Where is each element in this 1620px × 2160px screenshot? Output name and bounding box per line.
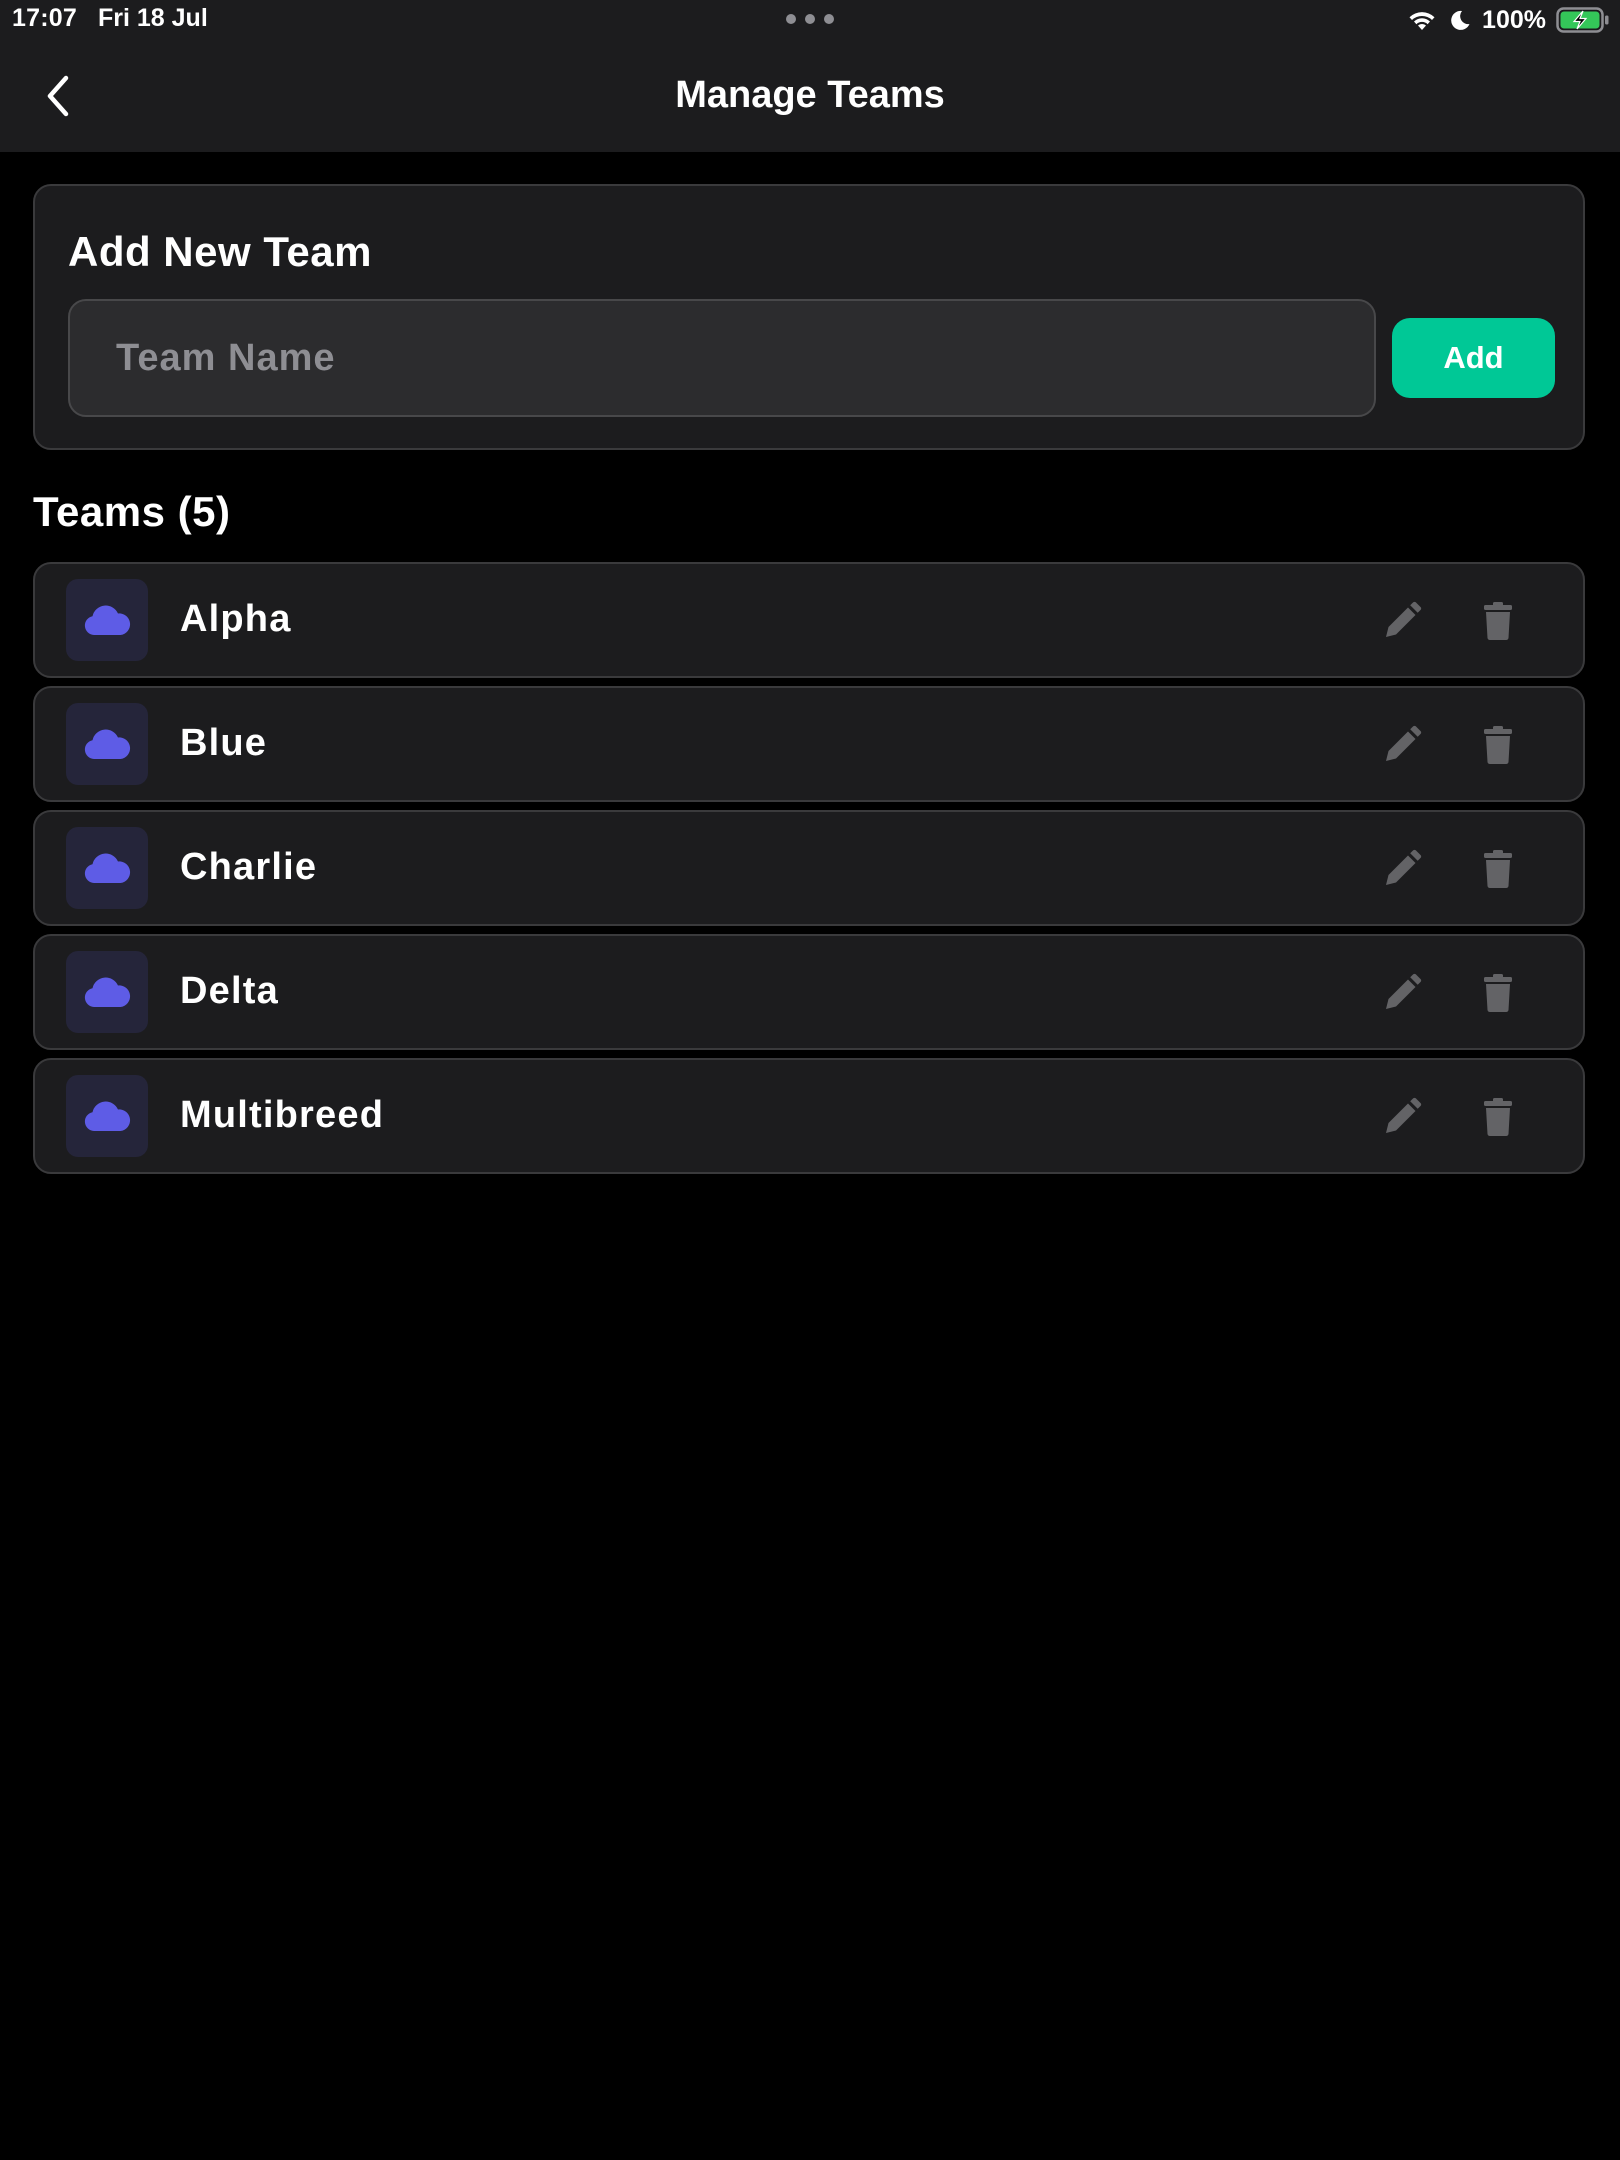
trash-icon (1484, 1098, 1512, 1137)
team-row[interactable]: Delta (33, 934, 1585, 1050)
trash-icon (1484, 850, 1512, 889)
add-team-title: Add New Team (68, 228, 372, 275)
team-row[interactable]: Multibreed (33, 1058, 1585, 1174)
delete-team-button[interactable] (1467, 590, 1529, 652)
team-name: Delta (180, 970, 279, 1012)
trash-icon (1484, 602, 1512, 641)
team-avatar (66, 951, 148, 1033)
team-avatar (66, 827, 148, 909)
multitasking-dots-icon[interactable] (786, 12, 834, 26)
teams-section-title: Teams (5) (33, 488, 231, 535)
trash-icon (1484, 726, 1512, 765)
team-row[interactable]: Alpha (33, 562, 1585, 678)
nav-bar: Manage Teams (0, 40, 1620, 152)
status-bar: 17:07 Fri 18 Jul 100% (0, 0, 1620, 40)
status-date: Fri 18 Jul (98, 4, 208, 32)
team-avatar (66, 1075, 148, 1157)
cloud-icon (84, 605, 131, 635)
add-team-card: Add New Team Add (33, 184, 1585, 450)
delete-team-button[interactable] (1467, 962, 1529, 1024)
pencil-icon (1386, 1097, 1422, 1133)
cloud-icon (84, 977, 131, 1007)
status-indicators: 100% (1406, 4, 1610, 36)
page-title: Manage Teams (675, 74, 945, 116)
do-not-disturb-moon-icon (1451, 10, 1470, 30)
pencil-icon (1386, 973, 1422, 1009)
delete-team-button[interactable] (1467, 838, 1529, 900)
status-time: 17:07 (12, 4, 77, 32)
delete-team-button[interactable] (1467, 1086, 1529, 1148)
team-list: Alpha Blue Charlie Delta Multibreed (0, 562, 1620, 1182)
trash-icon (1484, 974, 1512, 1013)
delete-team-button[interactable] (1467, 714, 1529, 776)
pencil-icon (1386, 725, 1422, 761)
team-row[interactable]: Blue (33, 686, 1585, 802)
pencil-icon (1386, 601, 1422, 637)
cloud-icon (84, 853, 131, 883)
cloud-icon (84, 729, 131, 759)
cloud-icon (84, 1101, 131, 1131)
team-name: Multibreed (180, 1094, 385, 1136)
battery-percentage: 100% (1482, 5, 1546, 34)
team-name: Alpha (180, 598, 292, 640)
edit-team-button[interactable] (1371, 1086, 1433, 1148)
team-avatar (66, 579, 148, 661)
team-row[interactable]: Charlie (33, 810, 1585, 926)
team-avatar (66, 703, 148, 785)
pencil-icon (1386, 849, 1422, 885)
edit-team-button[interactable] (1371, 714, 1433, 776)
wifi-icon (1409, 12, 1435, 30)
edit-team-button[interactable] (1371, 962, 1433, 1024)
team-name: Blue (180, 722, 268, 764)
team-name: Charlie (180, 846, 318, 888)
edit-team-button[interactable] (1371, 590, 1433, 652)
edit-team-button[interactable] (1371, 838, 1433, 900)
team-name-input[interactable] (68, 299, 1376, 417)
add-team-button[interactable]: Add (1392, 318, 1555, 398)
battery-charging-icon (1556, 7, 1609, 33)
